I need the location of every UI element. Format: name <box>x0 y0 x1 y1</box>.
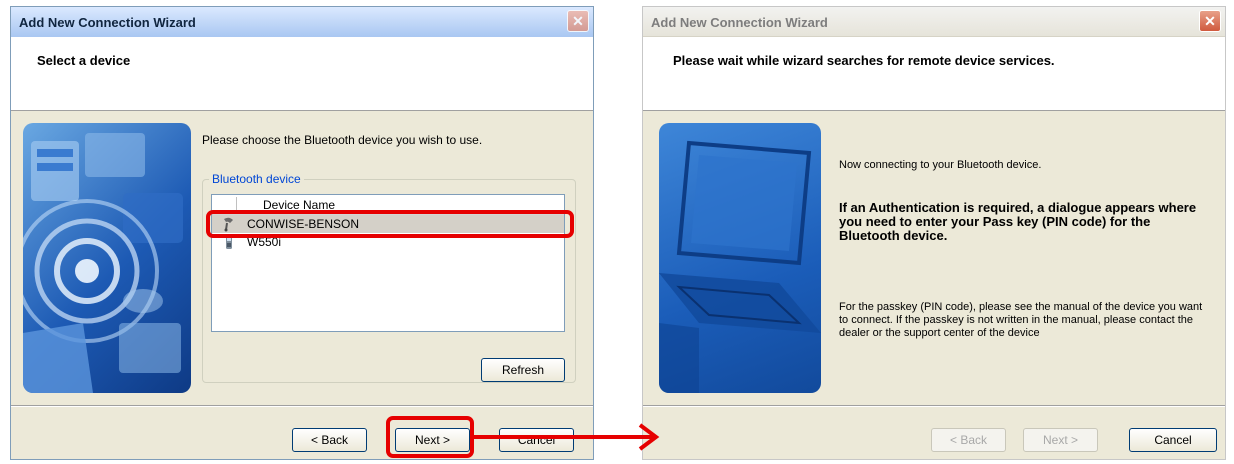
back-button[interactable]: < Back <box>931 428 1006 452</box>
window-title: Add New Connection Wizard <box>19 15 196 30</box>
close-button[interactable]: ✕ <box>567 10 589 32</box>
connecting-text: Now connecting to your Bluetooth device. <box>839 159 1042 171</box>
page-title: Please wait while wizard searches for re… <box>673 53 1055 68</box>
close-button[interactable]: ✕ <box>1199 10 1221 32</box>
group-label: Bluetooth device <box>209 172 304 186</box>
devices-illustration-icon <box>23 133 183 393</box>
cancel-button[interactable]: Cancel <box>1129 428 1217 452</box>
device-selection-highlight <box>206 210 574 238</box>
wizard-illustration <box>23 123 191 393</box>
page-title: Select a device <box>37 53 131 68</box>
device-prompt: Please choose the Bluetooth device you w… <box>202 133 483 147</box>
passkey-help-text: For the passkey (PIN code), please see t… <box>839 301 1203 339</box>
wizard-header: Please wait while wizard searches for re… <box>643 37 1225 111</box>
back-button[interactable]: < Back <box>292 428 367 452</box>
refresh-button[interactable]: Refresh <box>481 358 565 382</box>
footer-divider <box>11 405 593 407</box>
close-icon: ✕ <box>1204 13 1216 29</box>
window-title: Add New Connection Wizard <box>651 15 828 30</box>
laptop-illustration-icon <box>659 140 821 393</box>
next-button[interactable]: Next > <box>1023 428 1098 452</box>
wizard-header: Select a device <box>11 37 593 111</box>
close-icon: ✕ <box>572 13 584 29</box>
title-bar[interactable]: Add New Connection Wizard ✕ <box>11 7 593 37</box>
arrow-right-icon <box>474 423 660 451</box>
title-bar[interactable]: Add New Connection Wizard ✕ <box>643 7 1225 37</box>
next-button-highlight <box>386 416 474 458</box>
wizard-window-searching: Add New Connection Wizard ✕ Please wait … <box>642 6 1226 460</box>
footer-divider <box>643 405 1225 407</box>
authentication-notice: If an Authentication is required, a dial… <box>839 200 1197 243</box>
wizard-illustration <box>659 123 821 393</box>
